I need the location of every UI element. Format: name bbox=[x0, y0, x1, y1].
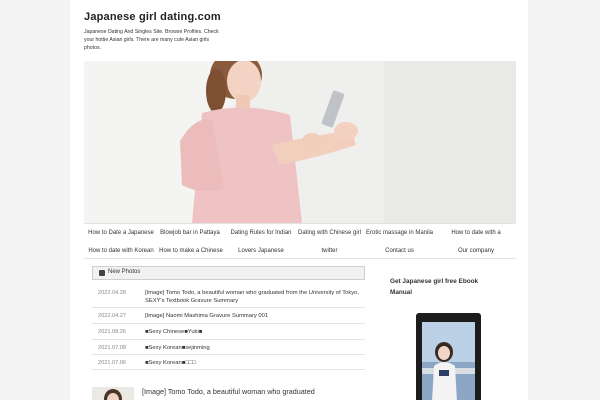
post-title-link[interactable]: ■Sexy Korean■sejinming bbox=[145, 344, 360, 352]
nav-item-our-company[interactable]: Our company bbox=[436, 242, 516, 260]
hero-photo-illustration bbox=[84, 61, 516, 223]
post-date: 2021.07.08 bbox=[98, 345, 126, 351]
tablet-cover-illustration bbox=[422, 322, 475, 400]
nav-item-erotic-massage-manila[interactable]: Erotic massage in Manila bbox=[363, 224, 436, 242]
nav-item-dating-chinese-girl[interactable]: Dating with Chinese girl bbox=[296, 224, 363, 242]
nav-item-dating-rules-indian[interactable]: Dating Rules for Indian bbox=[226, 224, 296, 242]
post-row[interactable]: 2022.04.28 [Image] Tomo Todo, a beautifu… bbox=[92, 286, 365, 308]
ebook-tablet-image[interactable] bbox=[416, 313, 481, 400]
nav-item-contact-us[interactable]: Contact us bbox=[363, 242, 436, 260]
main-navigation: How to Date a Japanese Blowjob bar in Pa… bbox=[84, 223, 516, 259]
nav-item-lovers-japanese[interactable]: Lovers Japanese bbox=[226, 242, 296, 260]
nav-item-how-to-date-with-a[interactable]: How to date with a bbox=[436, 224, 516, 242]
post-title-link[interactable]: [Image] Tomo Todo, a beautiful woman who… bbox=[145, 289, 360, 305]
post-date: 2022.04.28 bbox=[98, 290, 126, 296]
post-row[interactable]: 2021.07.08 ■Sexy Korean■sejinming bbox=[92, 340, 365, 355]
rss-icon bbox=[99, 270, 105, 276]
tablet-screen bbox=[422, 322, 475, 400]
post-title-link[interactable]: ■Sexy Chinese■Yuki■ bbox=[145, 328, 360, 336]
nav-item-twitter[interactable]: twitter bbox=[296, 242, 363, 260]
nav-item-how-to-make-chinese[interactable]: How to make a Chinese bbox=[158, 242, 224, 260]
feature-thumbnail[interactable] bbox=[92, 387, 134, 400]
feature-thumbnail-illustration bbox=[92, 387, 134, 400]
hero-image bbox=[84, 61, 516, 223]
post-title-link[interactable]: ■Sexy Korean■□□□ bbox=[145, 359, 360, 367]
site-title[interactable]: Japanese girl dating.com bbox=[84, 11, 221, 23]
post-row[interactable]: 2022.04.27 [Image] Naomi Mashima Gravure… bbox=[92, 309, 365, 324]
feature-post-title-link[interactable]: [Image] Tomo Todo, a beautiful woman who… bbox=[142, 387, 367, 396]
nav-item-how-to-date-korean[interactable]: How to date with Korean bbox=[84, 242, 158, 260]
post-row[interactable]: 2021.07.06 ■Sexy Korean■□□□ bbox=[92, 355, 365, 370]
post-row[interactable]: 2021.08.26 ■Sexy Chinese■Yuki■ bbox=[92, 324, 365, 340]
post-date: 2021.08.26 bbox=[98, 329, 126, 335]
nav-item-how-to-date-japanese[interactable]: How to Date a Japanese bbox=[84, 224, 158, 242]
post-date: 2022.04.27 bbox=[98, 313, 126, 319]
new-photos-title: New Photos bbox=[108, 269, 141, 275]
post-title-link[interactable]: [Image] Naomi Mashima Gravure Summary 00… bbox=[145, 312, 360, 320]
page-container: Japanese girl dating.com Japanese Dating… bbox=[70, 0, 528, 400]
site-description: Japanese Dating And Singles Site. Browse… bbox=[84, 29, 219, 51]
post-date: 2021.07.06 bbox=[98, 360, 126, 366]
new-photos-header: New Photos bbox=[92, 266, 365, 280]
ebook-widget-title: Get Japanese girl free Ebook Manual bbox=[390, 278, 479, 296]
nav-item-blowjob-bar-pattaya[interactable]: Blowjob bar in Pattaya bbox=[158, 224, 222, 242]
